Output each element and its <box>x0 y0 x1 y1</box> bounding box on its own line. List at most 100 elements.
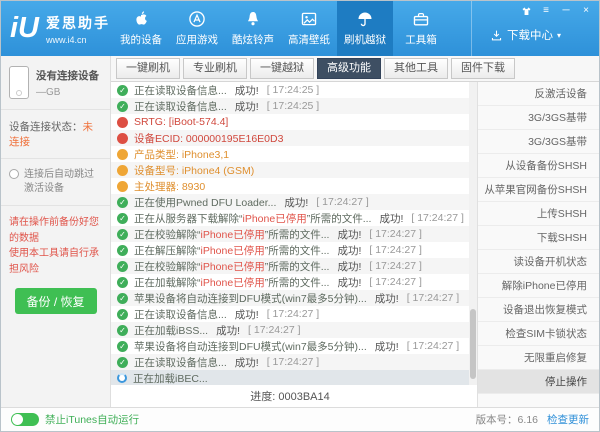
log-status: 成功! <box>337 276 362 289</box>
log-text: 正在加载iBSS... <box>134 324 209 337</box>
function-tabbar: 一键刷机 专业刷机 一键越狱 高级功能 其他工具 固件下载 <box>111 56 599 82</box>
log-time: [ 17:24:27 ] <box>411 212 464 224</box>
tab-item[interactable]: 高级功能 <box>317 58 381 79</box>
radio-icon[interactable] <box>9 169 19 179</box>
phone-icon <box>9 66 29 99</box>
top-nav: 我的设备 应用游戏 酷炫铃声 高清壁纸 刷机越狱 工具箱 <box>113 1 449 56</box>
tool-menu-item[interactable]: 无限重启修复 <box>478 346 599 370</box>
tool-menu-item[interactable]: 上传SHSH <box>478 202 599 226</box>
log-row[interactable]: SRTG: [iBoot-574.4] <box>111 114 469 130</box>
log-row[interactable]: 产品类型: iPhone3,1 <box>111 146 469 162</box>
topnav-item[interactable]: 应用游戏 <box>169 1 225 56</box>
log-row[interactable]: 设备ECID: 000000195E16E0D3 <box>111 130 469 146</box>
log-row[interactable]: ✓ 正在校验解除“iPhone已停用”所需的文件... 成功! [ 17:24:27 … <box>111 258 469 274</box>
success-icon: ✓ <box>117 84 128 96</box>
log-panel: ✓ 正在读取设备信息... 成功! [ 17:24:25 ] ✓ 正在读取设备信息... 成… <box>111 82 477 407</box>
topnav-item[interactable]: 我的设备 <box>113 1 169 56</box>
tab-item[interactable]: 专业刷机 <box>183 58 247 79</box>
tool-menu-item[interactable]: 解除iPhone已停用 <box>478 274 599 298</box>
logo-mark: iU <box>10 12 39 44</box>
itunes-block-label: 禁止iTunes自动运行 <box>45 414 140 426</box>
topnav-item[interactable]: 高清壁纸 <box>281 1 337 56</box>
log-text: 设备型号: iPhone4 (GSM) <box>134 164 255 177</box>
log-time: [ 17:24:27 ] <box>248 324 301 336</box>
log-row[interactable]: ✓ 正在加载iBSS... 成功! [ 17:24:27 ] <box>111 322 469 338</box>
log-row[interactable]: ✓ 正在读取设备信息... 成功! [ 17:24:27 ] <box>111 306 469 322</box>
log-row[interactable]: ✓ 正在从服务器下载解除“iPhone已停用”所需的文件... 成功! [ 17:24… <box>111 210 469 226</box>
log-text: 正在加载iBEC... <box>133 372 208 385</box>
log-row[interactable]: ✓ 正在使用Pwned DFU Loader... 成功! [ 17:24:27 ] <box>111 194 469 210</box>
log-time: [ 17:24:25 ] <box>266 84 320 96</box>
success-icon: ✓ <box>117 228 128 240</box>
log-text: 正在校验解除“iPhone已停用”所需的文件... <box>134 260 330 273</box>
tools-panel: 反激活设备 3G/3GS基带 3G/3GS基带 从设备备份SHSH 从苹果官网备份SHS… <box>477 82 599 407</box>
check-update-link[interactable]: 检查更新 <box>547 412 589 427</box>
log-status: 成功! <box>216 324 241 337</box>
log-row[interactable]: ✓ 正在校验解除“iPhone已停用”所需的文件... 成功! [ 17:24:27 … <box>111 226 469 242</box>
tool-menu-item[interactable]: 从设备备份SHSH <box>478 154 599 178</box>
scrollbar-thumb[interactable] <box>470 309 476 379</box>
tab-item[interactable]: 一键越狱 <box>250 58 314 79</box>
log-scrollbar[interactable] <box>469 82 477 385</box>
close-icon[interactable]: × <box>580 5 592 17</box>
tool-menu-item[interactable]: 设备退出恢复模式 <box>478 298 599 322</box>
chevron-down-icon: ▾ <box>557 30 562 40</box>
topnav-item[interactable]: 工具箱 <box>393 1 449 56</box>
itunes-block-toggle[interactable]: 禁止iTunes自动运行 <box>11 412 139 427</box>
menu-icon[interactable]: ≡ <box>540 5 552 17</box>
tool-menu-item[interactable]: 3G/3GS基带 <box>478 106 599 130</box>
log-row[interactable]: ✓ 正在解压解除“iPhone已停用”所需的文件... 成功! [ 17:24:27 … <box>111 242 469 258</box>
log-row[interactable]: 设备型号: iPhone4 (GSM) <box>111 162 469 178</box>
tool-menu-item[interactable]: 读设备开机状态 <box>478 250 599 274</box>
minimize-icon[interactable]: ─ <box>560 5 572 17</box>
log-time: [ 17:24:27 ] <box>369 228 422 240</box>
log-text: 正在校验解除“iPhone已停用”所需的文件... <box>134 228 330 241</box>
log-text: 设备ECID: 000000195E16E0D3 <box>134 132 284 145</box>
log-text: 产品类型: iPhone3,1 <box>134 148 230 161</box>
auto-activate-option[interactable]: 连接后自动跳过激活设备 <box>1 159 110 206</box>
log-text: 苹果设备将自动连接到DFU模式(win7最多5分钟)... <box>134 340 367 353</box>
log-status: 成功! <box>379 212 404 225</box>
app-logo: iU 爱思助手 www.i4.cn <box>1 1 113 56</box>
log-status: 成功! <box>234 100 259 113</box>
tab-item[interactable]: 其他工具 <box>384 58 448 79</box>
device-summary: 没有连接设备 —GB <box>1 56 110 110</box>
tab-item[interactable]: 一键刷机 <box>116 58 180 79</box>
log-row[interactable]: ✓ 正在加载解除“iPhone已停用”所需的文件... 成功! [ 17:24:27 … <box>111 274 469 290</box>
log-row[interactable]: ✓ 正在读取设备信息... 成功! [ 17:24:25 ] <box>111 98 469 114</box>
logo-text: 爱思助手 www.i4.cn <box>46 13 110 45</box>
log-row[interactable]: ✓ 苹果设备将自动连接到DFU模式(win7最多5分钟)... 成功! [ 17:24… <box>111 290 469 306</box>
app-window: iU 爱思助手 www.i4.cn 我的设备 应用游戏 酷炫铃声 高清壁纸 刷机越狱 工具… <box>0 0 600 432</box>
log-row[interactable]: 正在加载iBEC... <box>111 370 469 385</box>
log-time: [ 17:24:27 ] <box>266 308 320 320</box>
log-text: 正在使用Pwned DFU Loader... <box>134 196 277 209</box>
tool-menu-item[interactable]: 下载SHSH <box>478 226 599 250</box>
loading-icon <box>117 373 127 383</box>
log-status: 成功! <box>374 340 399 353</box>
log-row[interactable]: ✓ 正在读取设备信息... 成功! [ 17:24:27 ] <box>111 354 469 370</box>
tool-menu-item[interactable]: 3G/3GS基带 <box>478 130 599 154</box>
tool-menu-item[interactable]: 停止操作 <box>478 370 599 394</box>
download-center-button[interactable]: 下载中心 ▾ <box>490 27 561 43</box>
log-row[interactable]: ✓ 苹果设备将自动连接到DFU模式(win7最多5分钟)... 成功! [ 17:24… <box>111 338 469 354</box>
progress-text: 进度: 0003BA14 <box>111 385 469 407</box>
tool-menu-item[interactable]: 检查SIM卡锁状态 <box>478 322 599 346</box>
log-time: [ 17:24:27 ] <box>406 292 460 304</box>
tab-item[interactable]: 固件下载 <box>451 58 515 79</box>
log-row[interactable]: 主处理器: 8930 <box>111 178 469 194</box>
success-icon: ✓ <box>117 196 128 208</box>
dot-yellow-icon <box>117 164 128 176</box>
log-text: 正在从服务器下载解除“iPhone已停用”所需的文件... <box>134 212 372 225</box>
topnav-item[interactable]: 刷机越狱 <box>337 1 393 56</box>
topnav-label: 酷炫铃声 <box>232 34 274 46</box>
backup-restore-button[interactable]: 备份 / 恢复 <box>14 288 97 314</box>
tool-menu-item[interactable]: 从苹果官网备份SHSH <box>478 178 599 202</box>
skin-icon[interactable] <box>520 5 532 17</box>
tool-menu-item[interactable]: 反激活设备 <box>478 82 599 106</box>
toggle-switch-icon[interactable] <box>11 413 39 426</box>
log-row[interactable]: ✓ 正在读取设备信息... 成功! [ 17:24:25 ] <box>111 82 469 98</box>
device-info: 没有连接设备 —GB <box>36 68 99 98</box>
log-text: SRTG: [iBoot-574.4] <box>134 116 229 128</box>
topnav-item[interactable]: 酷炫铃声 <box>225 1 281 56</box>
connection-status-label: 设备连接状态： <box>9 121 83 133</box>
